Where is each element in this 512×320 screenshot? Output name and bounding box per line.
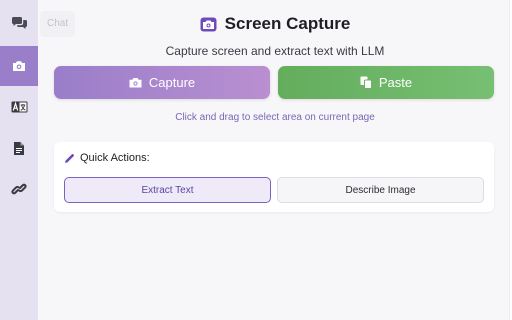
capture-button[interactable]: Capture — [54, 66, 270, 99]
sidebar-item-capture[interactable] — [0, 46, 38, 86]
paste-button-label: Paste — [378, 75, 413, 90]
main-panel: Screen Capture Capture screen and extrac… — [38, 0, 512, 320]
sidebar-item-translate[interactable] — [0, 87, 38, 127]
capture-button-label: Capture — [148, 75, 196, 90]
page-title: Screen Capture — [38, 14, 512, 34]
translate-icon — [11, 101, 27, 113]
page-title-text: Screen Capture — [224, 14, 351, 33]
describe-image-button[interactable]: Describe Image — [277, 177, 484, 203]
sidebar — [0, 0, 38, 320]
paste-button[interactable]: Paste — [278, 66, 494, 99]
quick-actions-title: Quick Actions: — [80, 152, 150, 164]
chat-icon — [11, 16, 27, 29]
camera-icon — [129, 78, 142, 88]
camera-icon — [13, 61, 25, 71]
sidebar-item-link[interactable] — [0, 169, 38, 209]
pencil-icon — [65, 153, 74, 163]
quick-actions-card: Quick Actions: Extract Text Describe Ima… — [54, 142, 494, 212]
paste-icon — [360, 76, 372, 89]
quick-actions-header: Quick Actions: — [64, 152, 150, 164]
selection-hint: Click and drag to select area on current… — [175, 112, 375, 123]
page-subtitle: Capture screen and extract text with LLM — [165, 44, 385, 58]
link-icon — [11, 183, 27, 195]
extract-text-button[interactable]: Extract Text — [64, 177, 271, 203]
document-icon — [14, 141, 24, 155]
sidebar-item-document[interactable] — [0, 128, 38, 168]
camera-icon — [200, 17, 217, 31]
sidebar-tooltip: Chat — [40, 11, 76, 37]
sidebar-item-chat[interactable] — [0, 3, 38, 43]
